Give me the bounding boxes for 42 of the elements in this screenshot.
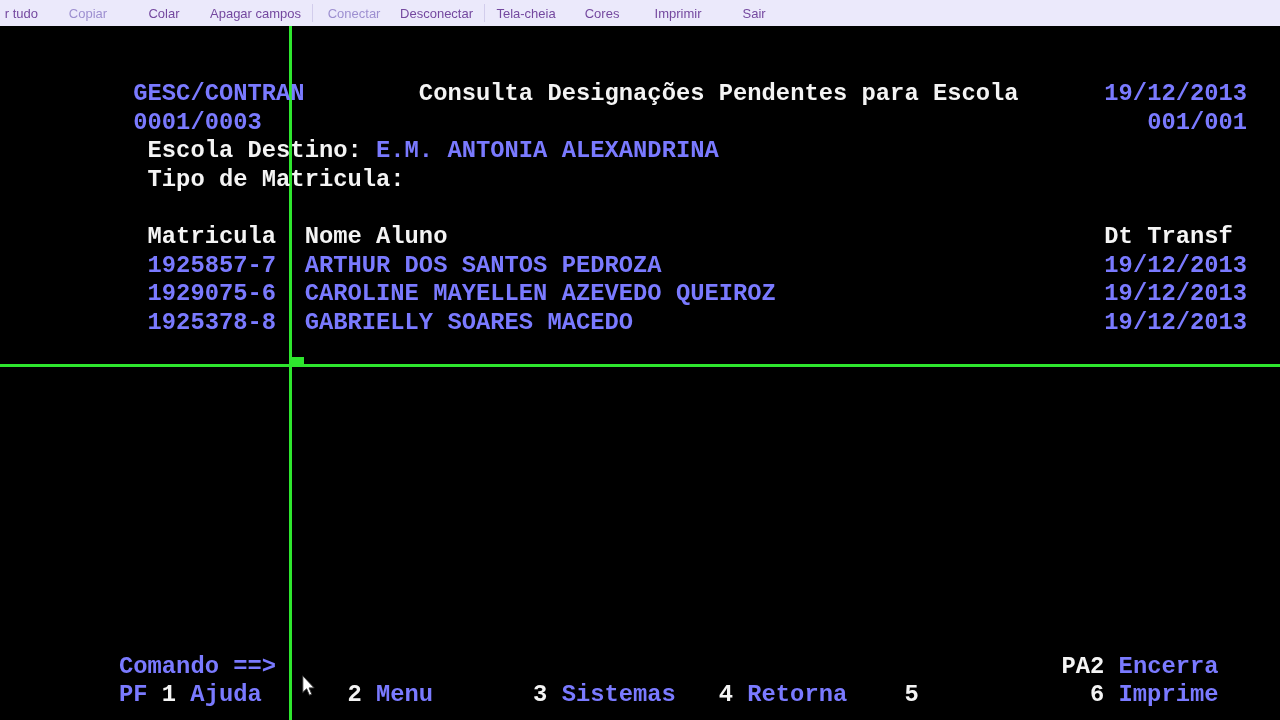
screen-title: Consulta Designações Pendentes para Escola (418, 80, 1020, 109)
table-cell: 1925857-7 (147, 251, 277, 281)
table-cell: ARTHUR DOS SANTOS PEDROZA (304, 251, 662, 281)
text-cursor (292, 357, 305, 364)
toolbar-button[interactable]: Imprimir (640, 2, 717, 24)
table-cell: 19/12/2013 (1104, 280, 1248, 309)
toolbar-button[interactable]: r tudo (0, 2, 50, 24)
screen-date: 19/12/2013 (1104, 80, 1248, 109)
key-label: Retorna (747, 681, 848, 710)
table-cell: 1929075-6 (147, 280, 277, 309)
table-cell: 19/12/2013 (1104, 251, 1248, 281)
toolbar-button[interactable]: Colar (126, 2, 202, 24)
key-number: 3 (532, 681, 548, 710)
column-header: Nome Aluno (304, 222, 448, 252)
key-number: 1 (160, 681, 177, 710)
toolbar-button[interactable]: Tela-cheia (488, 2, 565, 24)
column-header: Matricula (147, 222, 277, 252)
key-number: 5 (903, 681, 919, 710)
toolbar-button[interactable]: Cores (564, 2, 641, 24)
table-cell: 19/12/2013 (1104, 308, 1248, 338)
mouse-pointer-icon (302, 675, 315, 696)
field-value: E.M. ANTONIA ALEXANDRINA (376, 137, 719, 166)
command-prompt: Comando ==> (119, 652, 278, 682)
page-counter: 001/001 (1147, 108, 1248, 138)
key-label: Encerra (1118, 652, 1219, 682)
toolbar-button[interactable]: Apagar campos (202, 2, 310, 24)
table-cell: 1925378-8 (147, 308, 277, 338)
record-counter: 0001/0003 (133, 108, 263, 138)
table-cell: CAROLINE MAYELLEN AZEVEDO QUEIROZ (304, 280, 776, 309)
key-number: 6 (1089, 681, 1105, 710)
key-number: 4 (717, 681, 733, 710)
key-number: PA2 (1061, 652, 1105, 682)
key-prefix: PF (119, 681, 148, 710)
column-header: Dt Transf (1104, 222, 1233, 252)
toolbar-button[interactable]: Desconectar (392, 2, 482, 24)
key-label: Imprime (1118, 681, 1219, 710)
key-label: Sistemas (561, 681, 676, 710)
key-label: Ajuda (190, 681, 262, 710)
key-label: Menu (376, 681, 434, 710)
toolbar-button[interactable]: Sair (716, 2, 793, 24)
table-cell: GABRIELLY SOARES MACEDO (304, 308, 634, 338)
key-number: 2 (346, 681, 362, 710)
